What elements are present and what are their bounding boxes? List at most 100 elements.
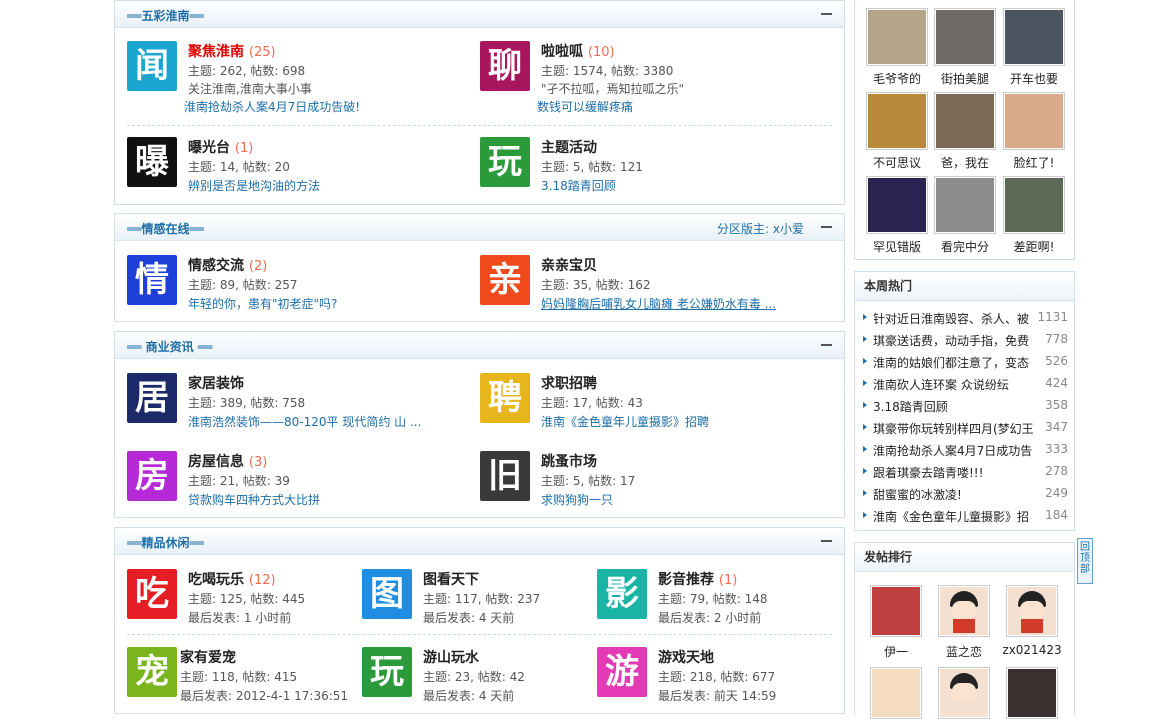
latest-post-link[interactable]: 淮南浩然装饰——80-120平 现代简约 山 ... xyxy=(188,413,421,430)
username[interactable]: zx021423 xyxy=(1000,643,1064,657)
hot-item[interactable]: 3.18踏青回顾 358 xyxy=(863,396,1068,418)
hot-item-title[interactable]: 琪豪带你玩转别样四月(梦幻王 xyxy=(873,420,1033,437)
latest-post-link[interactable]: 3.18踏青回顾 xyxy=(541,177,616,194)
forum-icon[interactable]: 居 xyxy=(127,373,177,423)
forum-icon[interactable]: 吃 xyxy=(127,569,177,619)
hot-item[interactable]: 淮南的姑娘们都注意了，变态 526 xyxy=(863,352,1068,374)
forum-icon[interactable]: 亲 xyxy=(480,255,530,305)
ranking-user[interactable]: 伊一 xyxy=(864,585,928,660)
latest-post-link[interactable]: 数钱可以缓解疼痛 xyxy=(537,98,633,115)
avatar[interactable] xyxy=(870,585,922,637)
hot-item-title[interactable]: 跟着琪豪去踏青喽!!! xyxy=(873,464,1033,481)
hot-item[interactable]: 琪豪带你玩转别样四月(梦幻王 347 xyxy=(863,418,1068,440)
picture-caption[interactable]: 罕见错版 xyxy=(861,238,933,255)
forum-icon[interactable]: 闻 xyxy=(127,41,177,91)
section-title[interactable]: ══精品休闲══ xyxy=(127,534,204,551)
picture-caption[interactable]: 脸红了! xyxy=(998,154,1070,171)
forum-icon[interactable]: 曝 xyxy=(127,137,177,187)
forum-icon[interactable]: 旧 xyxy=(480,451,530,501)
forum-name[interactable]: 游山玩水 xyxy=(423,647,479,667)
hot-item-title[interactable]: 淮南抢劫杀人案4月7日成功告 xyxy=(873,442,1033,459)
avatar[interactable] xyxy=(1006,585,1058,637)
collapse-icon[interactable] xyxy=(821,344,832,346)
thumbnail-image[interactable] xyxy=(934,92,996,150)
forum-icon[interactable]: 宠 xyxy=(127,647,177,697)
collapse-icon[interactable] xyxy=(821,540,832,542)
latest-post-link[interactable]: 贷款购车四种方式大比拼 xyxy=(188,491,320,508)
thumbnail-image[interactable] xyxy=(1003,8,1065,66)
collapse-icon[interactable] xyxy=(821,13,832,15)
picture-thumb[interactable]: 脸红了! xyxy=(998,92,1070,171)
thumbnail-image[interactable] xyxy=(1003,92,1065,150)
forum-name[interactable]: 情感交流 (2) xyxy=(188,255,267,275)
latest-post-link[interactable]: 淮南抢劫杀人案4月7日成功告破! xyxy=(184,98,360,115)
forum-icon[interactable]: 玩 xyxy=(362,647,412,697)
forum-name[interactable]: 吃喝玩乐 (12) xyxy=(188,569,276,589)
picture-caption[interactable]: 街拍美腿 xyxy=(929,70,1001,87)
picture-caption[interactable]: 爸，我在 xyxy=(929,154,1001,171)
forum-name[interactable]: 主题活动 xyxy=(541,137,597,157)
ranking-user[interactable] xyxy=(864,667,928,725)
forum-icon[interactable]: 聊 xyxy=(480,41,530,91)
latest-post-link[interactable]: 辨别是否是地沟油的方法 xyxy=(188,177,320,194)
thumbnail-image[interactable] xyxy=(866,92,928,150)
picture-caption[interactable]: 毛爷爷的 xyxy=(861,70,933,87)
ranking-user[interactable]: 蓝之恋 xyxy=(932,585,996,660)
picture-thumb[interactable]: 爸，我在 xyxy=(929,92,1001,171)
latest-post-link[interactable]: 淮南《金色童年儿童摄影》招聘 xyxy=(541,413,709,430)
hot-item-title[interactable]: 3.18踏青回顾 xyxy=(873,398,1033,415)
hot-item-title[interactable]: 淮南的姑娘们都注意了，变态 xyxy=(873,354,1033,371)
ranking-user[interactable] xyxy=(932,667,996,725)
picture-thumb[interactable]: 看完中分 xyxy=(929,176,1001,255)
forum-name[interactable]: 影音推荐 (1) xyxy=(658,569,737,589)
username[interactable]: 伊一 xyxy=(864,643,928,660)
hot-item[interactable]: 琪豪送话费，动动手指，免费 778 xyxy=(863,330,1068,352)
picture-thumb[interactable]: 差距啊! xyxy=(998,176,1070,255)
forum-name[interactable]: 亲亲宝贝 xyxy=(541,255,597,275)
forum-icon[interactable]: 玩 xyxy=(480,137,530,187)
latest-post-link[interactable]: 求购狗狗一只 xyxy=(541,491,613,508)
hot-item-title[interactable]: 淮南《金色童年儿童摄影》招 xyxy=(873,508,1033,525)
picture-thumb[interactable]: 开车也要 xyxy=(998,8,1070,87)
hot-item[interactable]: 针对近日淮南毁容、杀人、被 1131 xyxy=(863,308,1068,330)
forum-icon[interactable]: 聘 xyxy=(480,373,530,423)
forum-name[interactable]: 跳蚤市场 xyxy=(541,451,597,471)
forum-name[interactable]: 图看天下 xyxy=(423,569,479,589)
ranking-user[interactable]: zx021423 xyxy=(1000,585,1064,657)
collapse-icon[interactable] xyxy=(821,226,832,228)
picture-caption[interactable]: 不可思议 xyxy=(861,154,933,171)
avatar[interactable] xyxy=(938,667,990,719)
section-title[interactable]: ══ 商业资讯 ══ xyxy=(127,338,212,355)
avatar[interactable] xyxy=(938,585,990,637)
forum-name[interactable]: 啦啦呱 (10) xyxy=(541,41,615,61)
picture-thumb[interactable]: 不可思议 xyxy=(861,92,933,171)
latest-post-link[interactable]: 年轻的你，患有"初老症"吗? xyxy=(188,295,337,312)
thumbnail-image[interactable] xyxy=(934,176,996,234)
picture-thumb[interactable]: 毛爷爷的 xyxy=(861,8,933,87)
hot-item-title[interactable]: 甜蜜蜜的冰激凌! xyxy=(873,486,1033,503)
forum-name[interactable]: 求职招聘 xyxy=(541,373,597,393)
forum-icon[interactable]: 房 xyxy=(127,451,177,501)
thumbnail-image[interactable] xyxy=(1003,176,1065,234)
picture-caption[interactable]: 差距啊! xyxy=(998,238,1070,255)
hot-item[interactable]: 淮南抢劫杀人案4月7日成功告 333 xyxy=(863,440,1068,462)
picture-caption[interactable]: 开车也要 xyxy=(998,70,1070,87)
picture-thumb[interactable]: 罕见错版 xyxy=(861,176,933,255)
forum-name[interactable]: 家居装饰 xyxy=(188,373,244,393)
forum-icon[interactable]: 游 xyxy=(597,647,647,697)
hot-item[interactable]: 淮南砍人连环案 众说纷纭 424 xyxy=(863,374,1068,396)
forum-icon[interactable]: 影 xyxy=(597,569,647,619)
avatar[interactable] xyxy=(1006,667,1058,719)
forum-icon[interactable]: 情 xyxy=(127,255,177,305)
thumbnail-image[interactable] xyxy=(934,8,996,66)
latest-post-link[interactable]: 妈妈隆胸后哺乳女儿脑瘫 老公嫌奶水有毒 ... xyxy=(541,295,776,312)
forum-name[interactable]: 家有爱宠 xyxy=(180,647,236,667)
thumbnail-image[interactable] xyxy=(866,176,928,234)
hot-item[interactable]: 跟着琪豪去踏青喽!!! 278 xyxy=(863,462,1068,484)
ranking-user[interactable] xyxy=(1000,667,1064,725)
back-to-top-button[interactable]: 回顶部 xyxy=(1077,538,1093,584)
hot-item-title[interactable]: 琪豪送话费，动动手指，免费 xyxy=(873,332,1033,349)
section-title[interactable]: ══情感在线══ xyxy=(127,220,204,237)
section-title[interactable]: ══五彩淮南══ xyxy=(127,7,204,24)
username[interactable]: 蓝之恋 xyxy=(932,643,996,660)
